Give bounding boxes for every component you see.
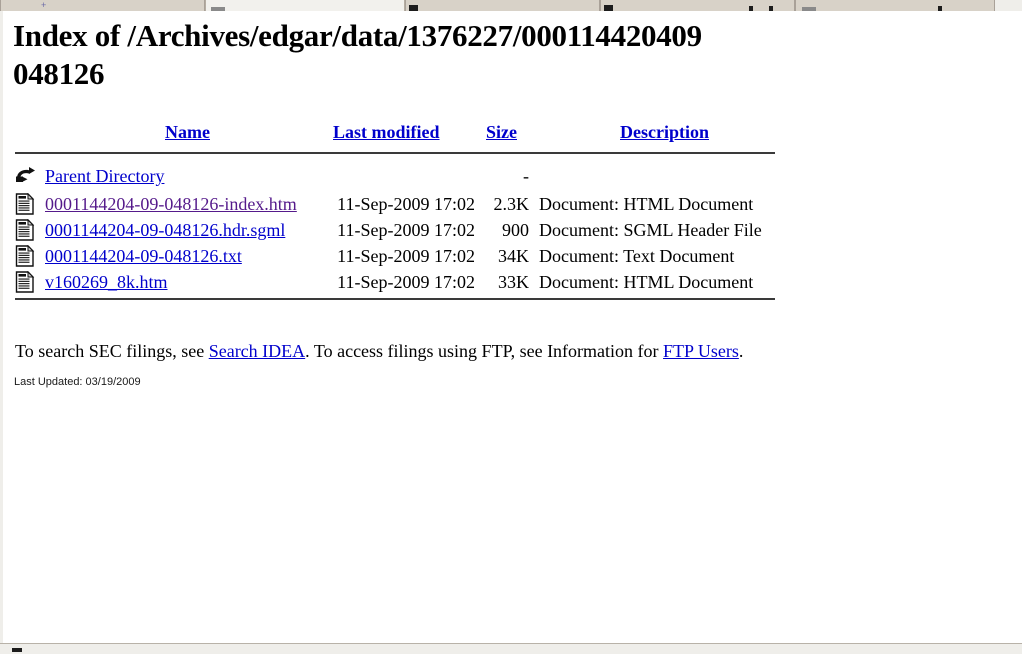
search-idea-link[interactable]: Search IDEA xyxy=(209,341,305,361)
table-row: 0001144204-09-048126.txt 11-Sep-2009 17:… xyxy=(15,240,787,269)
browser-tab-2[interactable] xyxy=(205,0,405,11)
table-row: 0001144204-09-048126-index.htm 11-Sep-20… xyxy=(15,188,787,217)
text-document-icon xyxy=(15,218,35,241)
file-link-txt[interactable]: 0001144204-09-048126.txt xyxy=(45,246,242,266)
browser-tab-strip: + xyxy=(0,0,1022,11)
back-arrow-icon xyxy=(15,166,37,186)
row-date-cell: 11-Sep-2009 17:02 xyxy=(337,246,475,266)
footer-text-end: . xyxy=(738,341,744,361)
browser-tab-4[interactable] xyxy=(600,0,795,11)
sort-by-last-modified-link[interactable]: Last modified xyxy=(333,122,440,142)
row-size-cell: 34K xyxy=(498,246,529,266)
text-document-icon xyxy=(15,270,35,293)
footer-text-before: To search SEC filings, see xyxy=(15,341,209,361)
row-date-cell: 11-Sep-2009 17:02 xyxy=(337,220,475,240)
directory-index-page: Index of /Archives/edgar/data/1376227/00… xyxy=(3,11,1022,643)
row-name-cell: 0001144204-09-048126.txt xyxy=(45,243,330,269)
row-name-cell: 0001144204-09-048126.hdr.sgml xyxy=(45,217,330,243)
row-icon-cell xyxy=(15,240,45,269)
header-cell-last-modified: Last modified xyxy=(330,119,478,145)
page-title: Index of /Archives/edgar/data/1376227/00… xyxy=(13,18,702,91)
sort-by-name-link[interactable]: Name xyxy=(165,122,210,142)
row-description-cell: Document: SGML Header File xyxy=(539,220,762,240)
sort-by-description-link[interactable]: Description xyxy=(620,122,709,142)
row-size-cell: 2.3K xyxy=(493,194,530,214)
row-date-cell: 11-Sep-2009 17:02 xyxy=(337,272,475,292)
browser-status-bar xyxy=(0,643,1022,654)
file-link-v160269-8k-htm[interactable]: v160269_8k.htm xyxy=(45,272,168,292)
header-cell-size: Size xyxy=(478,119,542,145)
row-icon-cell xyxy=(15,162,45,189)
row-name-cell: 0001144204-09-048126-index.htm xyxy=(45,191,330,217)
status-bar-glyph-icon xyxy=(12,648,22,652)
row-icon-cell xyxy=(15,188,45,217)
footer-text-between: . To access filings using FTP, see Infor… xyxy=(305,341,664,361)
text-document-icon xyxy=(15,192,35,215)
row-icon-cell xyxy=(15,266,45,295)
row-description-cell: Document: HTML Document xyxy=(539,272,754,292)
last-updated-text: Last Updated: 03/19/2009 xyxy=(14,376,141,388)
directory-listing: Name Last modified Size Description Pare… xyxy=(15,119,787,300)
browser-tab-3[interactable] xyxy=(405,0,600,11)
file-link-hdr-sgml[interactable]: 0001144204-09-048126.hdr.sgml xyxy=(45,220,285,240)
sort-by-size-link[interactable]: Size xyxy=(486,122,517,142)
row-description-cell: Document: HTML Document xyxy=(539,194,754,214)
row-size-cell: 900 xyxy=(502,220,529,240)
row-size-cell: 33K xyxy=(498,272,529,292)
row-date-cell: 11-Sep-2009 17:02 xyxy=(337,194,475,214)
file-link-index-htm[interactable]: 0001144204-09-048126-index.htm xyxy=(45,194,297,214)
table-row: v160269_8k.htm 11-Sep-2009 17:02 33K Doc… xyxy=(15,266,787,295)
row-name-cell: Parent Directory xyxy=(45,163,330,189)
listing-top-rule xyxy=(15,152,775,154)
text-document-icon xyxy=(15,244,35,267)
browser-tab-1[interactable]: + xyxy=(0,0,205,11)
listing-bottom-rule xyxy=(15,298,775,300)
header-cell-description: Description xyxy=(542,119,787,145)
listing-header-row: Name Last modified Size Description xyxy=(15,119,787,147)
row-description-cell: Document: Text Document xyxy=(539,246,735,266)
browser-tab-5[interactable] xyxy=(795,0,995,11)
row-icon-cell xyxy=(15,214,45,243)
header-cell-name: Name xyxy=(45,119,330,145)
table-row: Parent Directory - xyxy=(15,162,787,188)
table-row: 0001144204-09-048126.hdr.sgml 11-Sep-200… xyxy=(15,214,787,243)
ftp-users-link[interactable]: FTP Users xyxy=(663,341,739,361)
parent-directory-link[interactable]: Parent Directory xyxy=(45,166,164,186)
row-name-cell: v160269_8k.htm xyxy=(45,269,330,295)
row-size-cell: - xyxy=(523,166,529,186)
footer-note: To search SEC filings, see Search IDEA. … xyxy=(15,339,743,363)
tab-plus-icon: + xyxy=(41,0,47,10)
